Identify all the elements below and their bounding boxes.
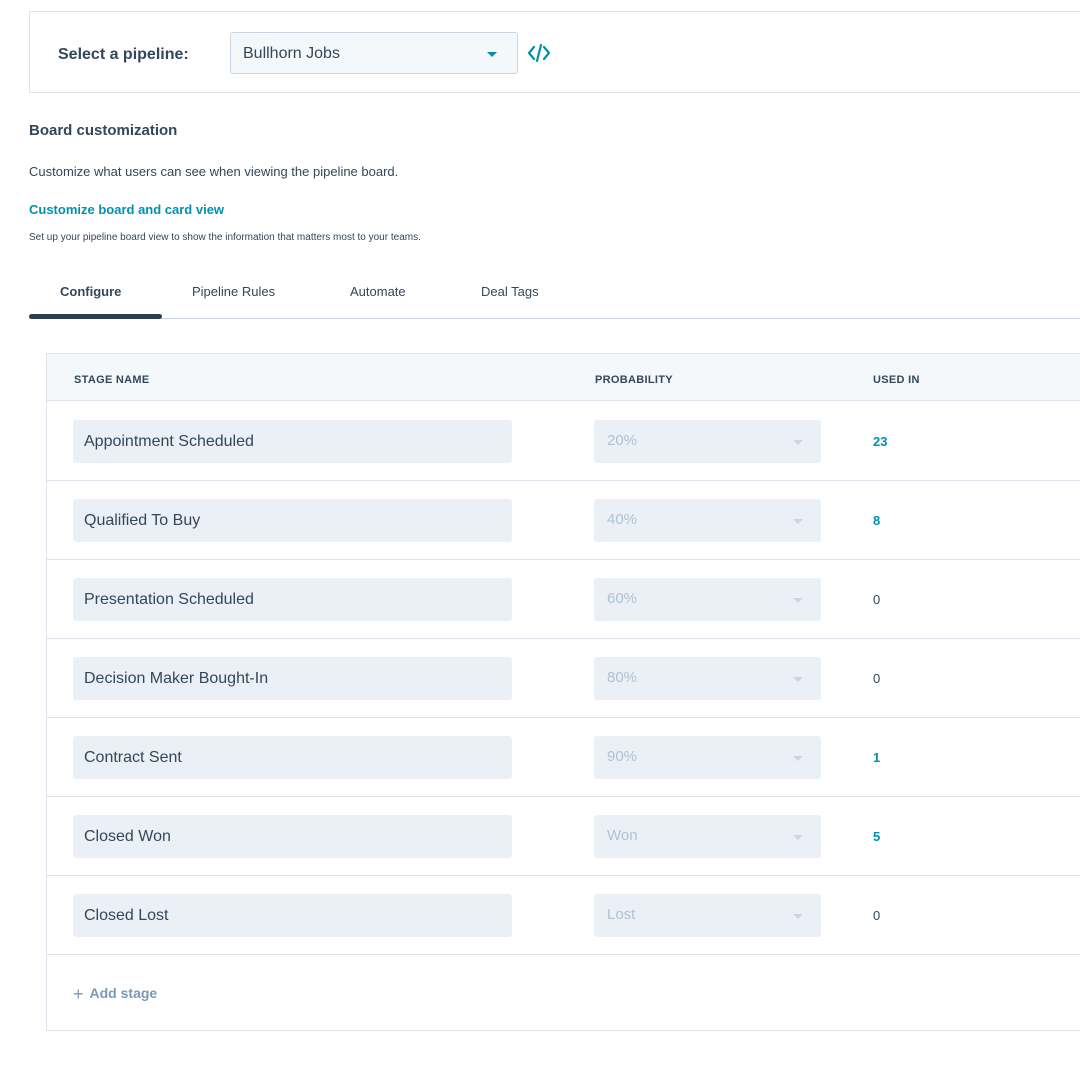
caret-down-icon — [793, 756, 803, 761]
used-in-count: 0 — [873, 908, 881, 923]
stage-name-input[interactable]: Closed Won — [73, 815, 512, 858]
table-row: Closed Won Won 5 — [47, 797, 1080, 876]
tab-deal-tags[interactable]: Deal Tags — [481, 284, 539, 299]
pipeline-dropdown[interactable]: Bullhorn Jobs — [230, 32, 518, 74]
probability-value: 90% — [607, 748, 638, 765]
pipeline-selector-panel: Select a pipeline: Bullhorn Jobs — [29, 11, 1080, 93]
stage-name-value: Appointment Scheduled — [84, 433, 254, 450]
probability-dropdown[interactable]: 40% — [594, 499, 821, 542]
caret-down-icon — [793, 677, 803, 682]
pipeline-label: Select a pipeline: — [58, 46, 189, 63]
caret-down-icon — [487, 52, 497, 57]
table-row: Decision Maker Bought-In 80% 0 — [47, 639, 1080, 718]
stage-name-value: Contract Sent — [84, 749, 182, 766]
used-in-count[interactable]: 5 — [873, 829, 880, 844]
table-header: STAGE NAME PROBABILITY USED IN — [47, 354, 1080, 401]
board-customization-description: Customize what users can see when viewin… — [29, 164, 399, 179]
stage-name-input[interactable]: Decision Maker Bought-In — [73, 657, 512, 700]
column-header-probability: PROBABILITY — [595, 374, 673, 386]
probability-dropdown[interactable]: Won — [594, 815, 821, 858]
probability-value: Lost — [607, 906, 636, 923]
used-in-count[interactable]: 1 — [873, 750, 880, 765]
used-in-count[interactable]: 8 — [873, 513, 880, 528]
stage-name-value: Closed Lost — [84, 907, 169, 924]
caret-down-icon — [793, 519, 803, 524]
used-in-count: 0 — [873, 592, 881, 607]
table-row: Contract Sent 90% 1 — [47, 718, 1080, 797]
tab-automate[interactable]: Automate — [350, 284, 406, 299]
column-header-used-in: USED IN — [873, 374, 920, 386]
stage-name-value: Qualified To Buy — [84, 512, 201, 529]
customize-board-link[interactable]: Customize board and card view — [29, 202, 224, 217]
table-row: Closed Lost Lost 0 — [47, 876, 1080, 955]
active-tab-indicator — [29, 314, 162, 319]
probability-value: Won — [607, 827, 638, 844]
tab-pipeline-rules[interactable]: Pipeline Rules — [192, 284, 275, 299]
stage-table: STAGE NAME PROBABILITY USED IN Appointme… — [46, 353, 1080, 1031]
add-stage-label: Add stage — [89, 985, 158, 1001]
stage-name-input[interactable]: Appointment Scheduled — [73, 420, 512, 463]
probability-value: 40% — [607, 511, 638, 528]
used-in-count[interactable]: 23 — [873, 434, 887, 449]
caret-down-icon — [793, 440, 803, 445]
pipeline-dropdown-value: Bullhorn Jobs — [243, 45, 340, 62]
caret-down-icon — [793, 835, 803, 840]
stage-name-value: Presentation Scheduled — [84, 591, 254, 608]
caret-down-icon — [793, 598, 803, 603]
caret-down-icon — [793, 914, 803, 919]
board-customization-title: Board customization — [29, 122, 178, 139]
stage-name-input[interactable]: Contract Sent — [73, 736, 512, 779]
tab-configure[interactable]: Configure — [60, 284, 121, 299]
stage-name-input[interactable]: Qualified To Buy — [73, 499, 512, 542]
table-row: Appointment Scheduled 20% 23 — [47, 402, 1080, 481]
probability-dropdown[interactable]: 90% — [594, 736, 821, 779]
tab-bar: Configure Pipeline Rules Automate Deal T… — [29, 270, 1080, 319]
probability-dropdown[interactable]: 20% — [594, 420, 821, 463]
probability-value: 80% — [607, 669, 638, 686]
stage-name-input[interactable]: Presentation Scheduled — [73, 578, 512, 621]
column-header-stage-name: STAGE NAME — [74, 374, 150, 386]
probability-value: 60% — [607, 590, 638, 607]
probability-dropdown[interactable]: Lost — [594, 894, 821, 937]
customize-board-description: Set up your pipeline board view to show … — [29, 232, 421, 243]
add-stage-button[interactable]: + Add stage — [73, 984, 157, 1005]
probability-value: 20% — [607, 432, 638, 449]
used-in-count: 0 — [873, 671, 881, 686]
code-icon[interactable] — [527, 42, 551, 64]
table-row: Qualified To Buy 40% 8 — [47, 481, 1080, 560]
probability-dropdown[interactable]: 60% — [594, 578, 821, 621]
stage-name-value: Closed Won — [84, 828, 171, 845]
table-row: Presentation Scheduled 60% 0 — [47, 560, 1080, 639]
plus-icon: + — [73, 984, 84, 1004]
probability-dropdown[interactable]: 80% — [594, 657, 821, 700]
stage-name-input[interactable]: Closed Lost — [73, 894, 512, 937]
stage-name-value: Decision Maker Bought-In — [84, 670, 269, 687]
